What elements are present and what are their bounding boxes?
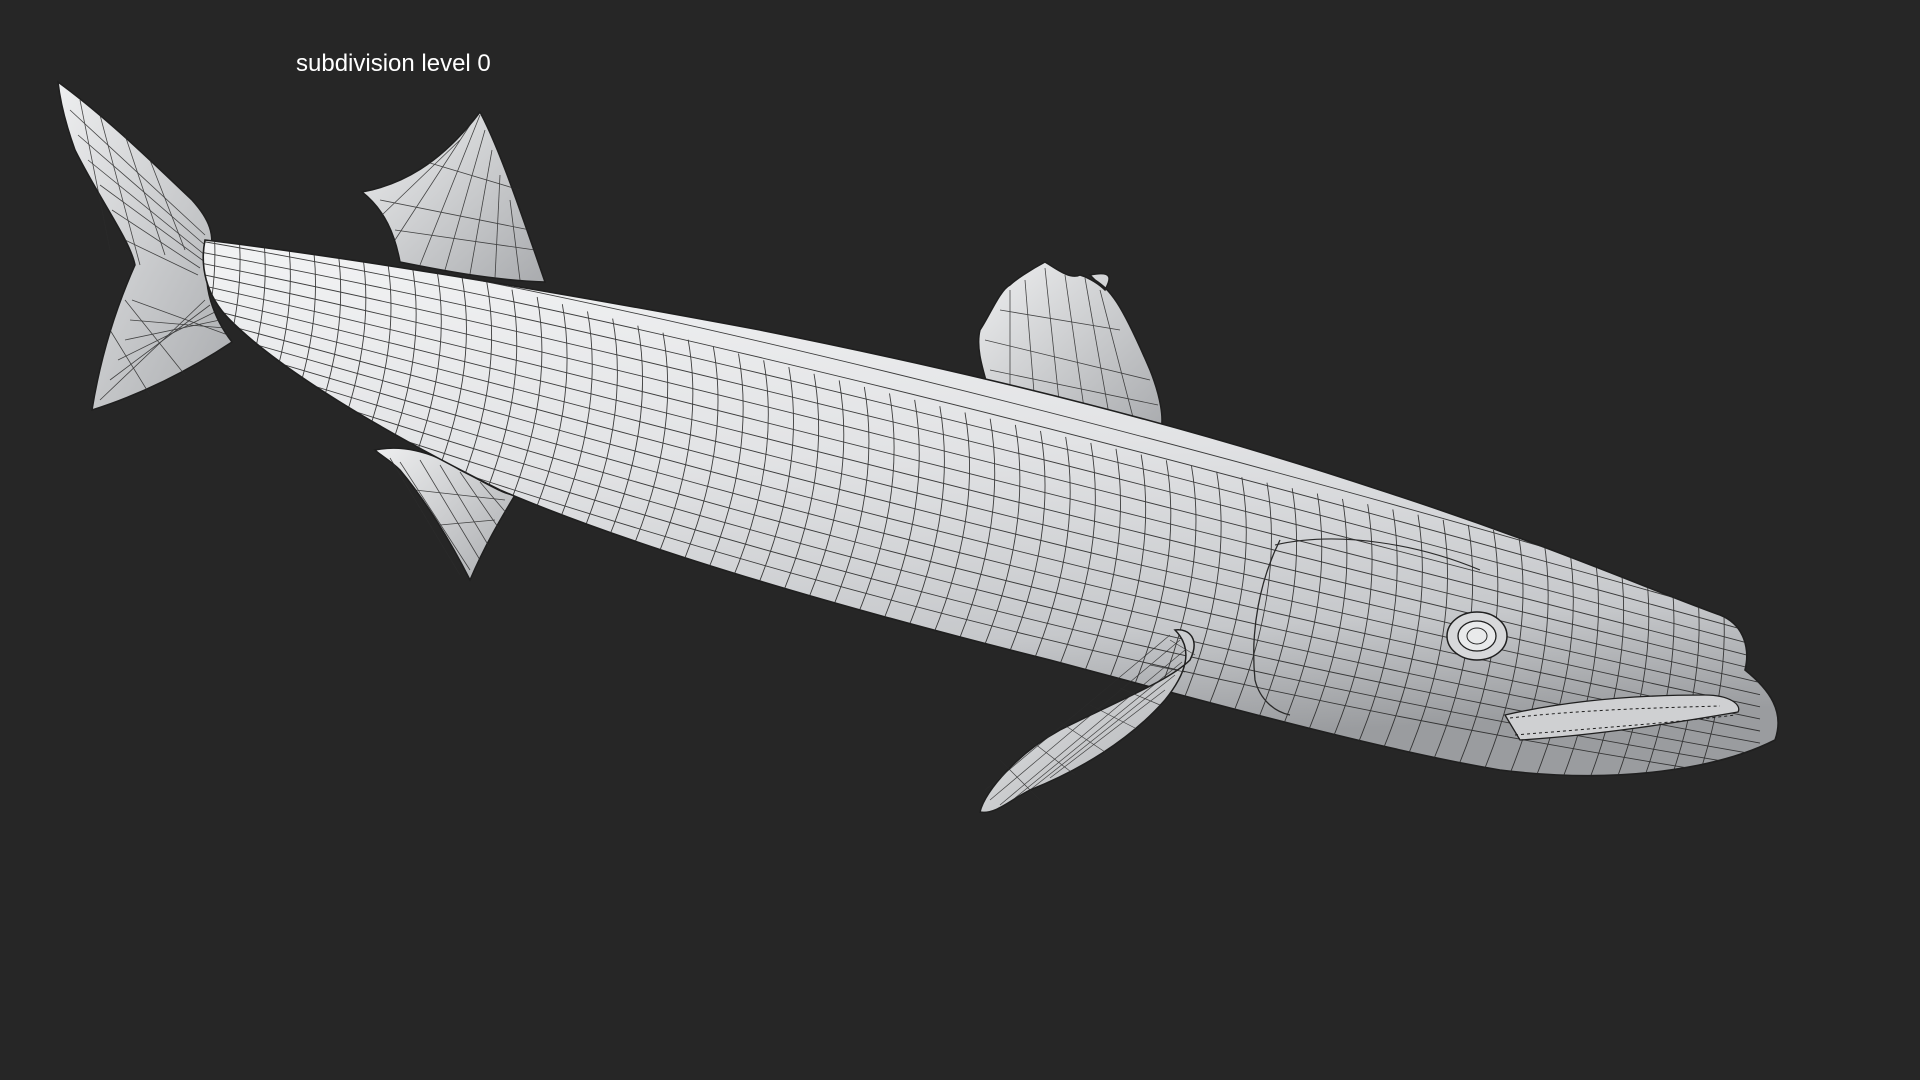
barracuda-wireframe-render (57, 80, 1779, 814)
render-viewport: subdivision level 0 (0, 0, 1920, 1080)
fish-body (202, 239, 1779, 777)
rear-dorsal-fin (360, 110, 547, 283)
eye (1446, 611, 1508, 661)
